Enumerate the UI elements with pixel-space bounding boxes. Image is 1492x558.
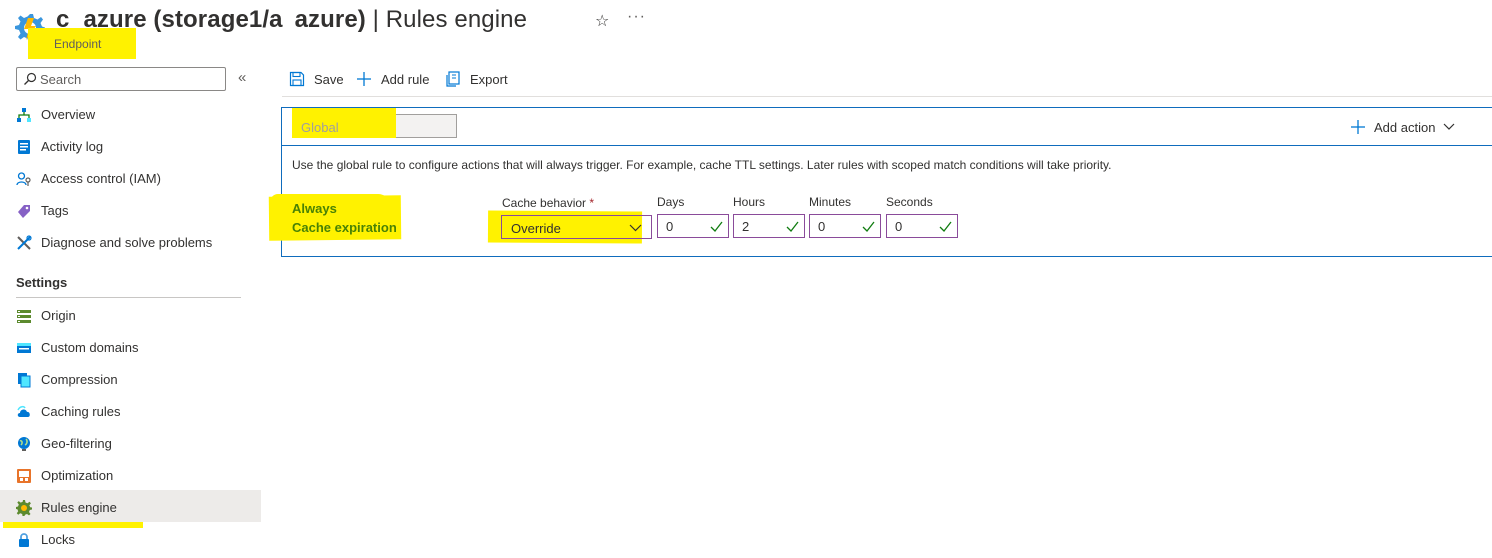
wrench-icon (17, 235, 32, 250)
minutes-value: 0 (818, 219, 826, 234)
rule-name-value: Global (301, 120, 339, 135)
sidebar-item-label: Compression (41, 372, 118, 387)
sidebar-item-label: Geo-filtering (41, 436, 112, 451)
more-options-icon[interactable]: ··· (627, 8, 646, 26)
custom-domains-icon (17, 343, 31, 353)
sidebar-item-label: Caching rules (41, 404, 121, 419)
add-action-label: Add action (1374, 120, 1436, 135)
sidebar-item-optimization[interactable]: Optimization (0, 460, 262, 492)
plus-icon (1351, 120, 1365, 134)
origin-icon (17, 310, 31, 323)
toolbar-divider (282, 96, 1492, 97)
hours-label: Hours (733, 195, 766, 209)
favorite-star-icon[interactable]: ☆ (595, 11, 609, 31)
add-rule-label: Add rule (381, 72, 430, 87)
sidebar-item-label: Activity log (41, 139, 104, 154)
chevron-down-icon (1443, 123, 1455, 130)
sidebar-item-label: Locks (41, 532, 75, 547)
sidebar-item-geo-filtering[interactable]: Geo-filtering (0, 428, 262, 460)
hours-input[interactable]: 2 (733, 214, 805, 238)
sidebar-item-label: Access control (IAM) (41, 171, 161, 186)
gear-icon (16, 500, 32, 516)
required-mark: * (589, 196, 595, 210)
rule-description: Use the global rule to configure actions… (292, 158, 1112, 172)
sidebar-item-caching-rules[interactable]: Caching rules (0, 396, 262, 428)
seconds-value: 0 (895, 219, 903, 234)
check-icon (710, 221, 723, 232)
sidebar-item-label: Tags (41, 203, 69, 218)
cloud-icon (17, 405, 30, 417)
sidebar-item-tags[interactable]: Tags (0, 195, 262, 227)
days-value: 0 (666, 219, 674, 234)
sidebar-item-iam[interactable]: Access control (IAM) (0, 163, 262, 195)
command-toolbar: Save Add rule Export (282, 62, 1492, 96)
cache-behavior-value: Override (511, 221, 561, 236)
check-icon (939, 221, 952, 232)
sidebar-search[interactable] (16, 67, 226, 91)
collapse-sidebar-icon[interactable]: « (238, 69, 246, 86)
plus-icon (357, 72, 371, 86)
cache-behavior-label: Cache behavior * (502, 196, 595, 210)
days-input[interactable]: 0 (657, 214, 729, 238)
export-button[interactable]: Export (445, 68, 515, 90)
save-icon (289, 71, 305, 87)
save-label: Save (314, 72, 344, 87)
lock-icon (19, 533, 29, 547)
sidebar: « Overview Activity log Access control (… (0, 62, 262, 558)
activity-log-icon (18, 140, 30, 154)
page-header: c azure (storage1/a azure) | Rules engine … (0, 0, 1492, 62)
sidebar-item-label: Origin (41, 308, 76, 323)
add-rule-button[interactable]: Add rule (356, 68, 436, 90)
sidebar-item-label: Optimization (41, 468, 114, 483)
tag-icon (18, 205, 30, 218)
optimization-icon (17, 469, 31, 483)
hours-value: 2 (742, 219, 750, 234)
sidebar-item-rules-engine[interactable]: Rules engine (0, 490, 261, 522)
section-divider (16, 297, 241, 298)
minutes-input[interactable]: 0 (809, 214, 881, 238)
save-button[interactable]: Save (289, 68, 349, 90)
export-label: Export (470, 72, 508, 87)
search-input[interactable] (40, 70, 220, 88)
compression-icon (18, 373, 31, 388)
overview-icon (17, 108, 31, 122)
seconds-input[interactable]: 0 (886, 214, 958, 238)
export-icon (446, 71, 460, 87)
settings-section-title: Settings (16, 275, 68, 290)
panel-header-divider (281, 145, 1492, 146)
check-icon (786, 221, 799, 232)
sidebar-item-activity-log[interactable]: Activity log (0, 131, 262, 163)
page-subtitle: Endpoint (54, 37, 102, 51)
sidebar-item-label: Custom domains (41, 340, 139, 355)
iam-icon (16, 172, 31, 186)
action-cache-expiration: Cache expiration (292, 220, 397, 235)
cache-behavior-dropdown[interactable]: Override (501, 215, 652, 239)
chevron-down-icon (629, 224, 642, 232)
seconds-label: Seconds (886, 195, 933, 209)
sidebar-item-overview[interactable]: Overview (0, 99, 262, 131)
sidebar-item-diagnose[interactable]: Diagnose and solve problems (0, 227, 262, 259)
sidebar-item-locks[interactable]: Locks (0, 524, 262, 556)
sidebar-item-label: Diagnose and solve problems (41, 235, 213, 250)
days-label: Days (657, 195, 685, 209)
sidebar-item-label: Overview (41, 107, 96, 122)
globe-icon (18, 437, 30, 451)
sidebar-item-label: Rules engine (41, 500, 117, 515)
minutes-label: Minutes (809, 195, 852, 209)
search-icon (24, 72, 37, 85)
sidebar-item-origin[interactable]: Origin (0, 300, 262, 332)
condition-always: Always (292, 201, 337, 216)
check-icon (862, 221, 875, 232)
sidebar-item-custom-domains[interactable]: Custom domains (0, 332, 262, 364)
sidebar-item-compression[interactable]: Compression (0, 364, 262, 396)
